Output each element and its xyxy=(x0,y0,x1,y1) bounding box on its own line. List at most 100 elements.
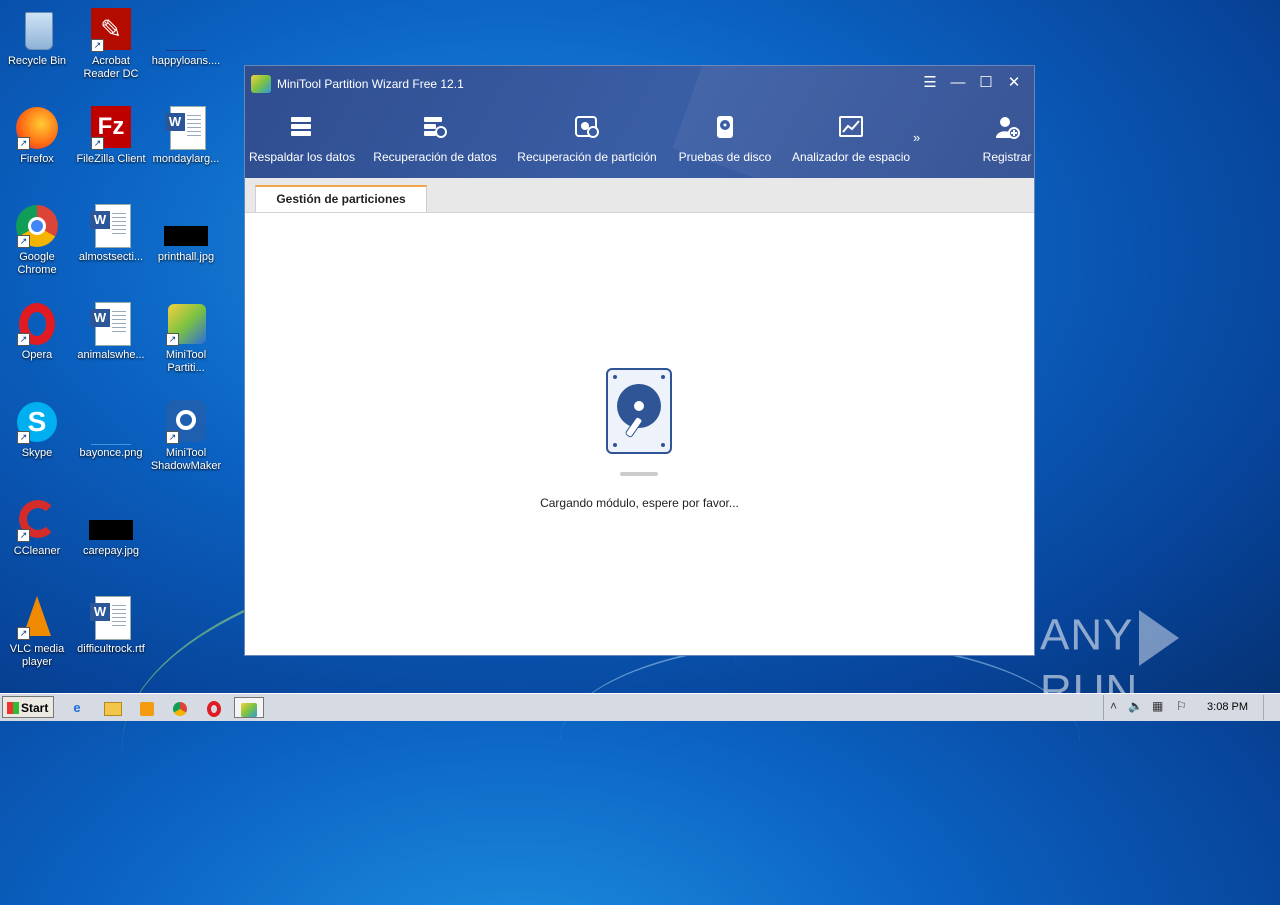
toolbar-disk-benchmark-button[interactable]: Pruebas de disco xyxy=(677,112,773,164)
desktop-icon-label: Acrobat Reader DC xyxy=(83,55,139,80)
desktop-icon-skype[interactable]: S ↗ Skype xyxy=(0,400,74,460)
ccleaner-icon: ↗ xyxy=(15,498,59,542)
desktop-icon-firefox[interactable]: ↗ Firefox xyxy=(0,106,74,166)
desktop-icon-label: carepay.jpg xyxy=(82,545,140,557)
acrobat-icon: ✎ ↗ xyxy=(89,8,133,52)
image-file-icon xyxy=(89,400,133,445)
word-document-icon: W xyxy=(89,302,133,346)
image-file-icon xyxy=(89,498,133,542)
show-desktop-button[interactable] xyxy=(1263,695,1280,720)
register-user-icon xyxy=(994,114,1020,140)
desktop-icon-happyloans[interactable]: happyloans.... xyxy=(149,8,223,68)
loading-shadow xyxy=(620,472,658,476)
desktop-icon-label: Firefox xyxy=(20,153,54,165)
desktop-icon-recycle-bin[interactable]: Recycle Bin xyxy=(0,8,74,68)
shortcut-arrow-icon: ↗ xyxy=(17,627,30,640)
media-player-icon xyxy=(140,701,154,716)
word-document-icon: W xyxy=(164,106,208,150)
desktop-icon-label: animalswhe... xyxy=(77,349,145,361)
desktop-icon-animalswhe[interactable]: W animalswhe... xyxy=(74,302,148,362)
desktop-icon-bayonce[interactable]: bayonce.png xyxy=(74,400,148,460)
volume-icon[interactable]: 🔈 xyxy=(1128,699,1143,713)
word-document-icon: W xyxy=(89,204,133,248)
opera-icon xyxy=(207,700,221,717)
desktop-icon-label: bayonce.png xyxy=(79,447,143,459)
toolbar-partition-recovery-button[interactable]: Recuperación de partición xyxy=(517,112,657,164)
desktop-icon-label: MiniTool ShadowMaker xyxy=(150,447,222,472)
toolbar-register-button[interactable]: Registrar xyxy=(977,112,1034,164)
toolbar-label: Registrar xyxy=(982,150,1032,164)
network-icon[interactable]: ▦ xyxy=(1152,699,1163,713)
toolbar-more-button[interactable]: » xyxy=(913,130,920,145)
internet-explorer-icon: e xyxy=(73,700,81,715)
chrome-icon: ↗ xyxy=(15,204,59,248)
taskbar-explorer-button[interactable] xyxy=(100,697,126,718)
data-recovery-icon xyxy=(422,114,448,140)
desktop-icon-mondaylarg[interactable]: W mondaylarg... xyxy=(149,106,223,166)
firefox-icon: ↗ xyxy=(15,106,59,150)
windows-flag-icon xyxy=(7,702,19,714)
toolbar-label: Analizador de espacio xyxy=(791,150,911,164)
maximize-button[interactable]: ☐ xyxy=(972,72,1000,94)
toolbar-data-recovery-button[interactable]: Recuperación de datos xyxy=(373,112,497,164)
opera-icon: ↗ xyxy=(15,302,59,346)
toolbar-label: Pruebas de disco xyxy=(678,150,772,164)
minitool-shadowmaker-icon: ↗ xyxy=(164,400,208,444)
watermark-text-left: ANY xyxy=(1040,610,1134,660)
toolbar-backup-button[interactable]: Respaldar los datos xyxy=(249,112,356,164)
toolbar-label: Recuperación de datos xyxy=(373,150,497,164)
start-button[interactable]: Start xyxy=(2,696,54,718)
image-file-icon xyxy=(164,204,208,248)
toolbar-label: Respaldar los datos xyxy=(249,150,356,164)
recycle-bin-icon xyxy=(15,8,59,52)
minimize-button[interactable]: — xyxy=(944,72,972,94)
title-bar: MiniTool Partition Wizard Free 12.1 ☰ — … xyxy=(245,66,1034,178)
desktop-icon-label: MiniTool Partiti... xyxy=(165,349,207,374)
desktop-icon-label: VLC media player xyxy=(9,643,65,668)
toolbar-label: Recuperación de partición xyxy=(517,150,657,164)
desktop-icon-almostsecti[interactable]: W almostsecti... xyxy=(74,204,148,264)
image-file-icon xyxy=(164,8,208,52)
desktop-icon-printhall[interactable]: printhall.jpg xyxy=(149,204,223,264)
taskbar-chrome-button[interactable] xyxy=(167,697,193,718)
folder-icon xyxy=(104,701,122,716)
desktop-icon-filezilla[interactable]: Fz ↗ FileZilla Client xyxy=(74,106,148,166)
show-hidden-icons-button[interactable]: ˄ xyxy=(1110,699,1117,713)
action-center-flag-icon[interactable]: ⚐ xyxy=(1176,699,1187,713)
desktop-icon-difficultrock[interactable]: W difficultrock.rtf xyxy=(74,596,148,656)
partition-recovery-icon xyxy=(574,114,600,140)
desktop-icon-label: mondaylarg... xyxy=(152,153,220,165)
desktop-icon-label: Skype xyxy=(21,447,53,459)
shortcut-arrow-icon: ↗ xyxy=(17,137,30,150)
space-analyzer-icon xyxy=(838,114,864,140)
taskbar-minitool-button[interactable] xyxy=(234,697,264,718)
loading-text: Cargando módulo, espere por favor... xyxy=(540,496,739,510)
desktop-icon-carepay[interactable]: carepay.jpg xyxy=(74,498,148,558)
taskbar-opera-button[interactable] xyxy=(201,697,227,718)
desktop-icon-shadowmaker[interactable]: ↗ MiniTool ShadowMaker xyxy=(149,400,223,473)
minitool-logo-icon xyxy=(251,75,271,93)
menu-button[interactable]: ☰ xyxy=(916,72,944,94)
word-document-icon: W xyxy=(89,596,133,640)
shortcut-arrow-icon: ↗ xyxy=(91,137,104,150)
desktop-icon-opera[interactable]: ↗ Opera xyxy=(0,302,74,362)
vlc-icon: ↗ xyxy=(15,596,59,640)
desktop-icon-vlc[interactable]: ↗ VLC media player xyxy=(0,596,74,669)
desktop-icon-ccleaner[interactable]: ↗ CCleaner xyxy=(0,498,74,558)
toolbar-space-analyzer-button[interactable]: Analizador de espacio xyxy=(791,112,911,164)
taskbar-media-player-button[interactable] xyxy=(134,697,160,718)
shortcut-arrow-icon: ↗ xyxy=(17,529,30,542)
window-title: MiniTool Partition Wizard Free 12.1 xyxy=(277,77,464,91)
desktop-icon-minitool-partition[interactable]: ↗ MiniTool Partiti... xyxy=(149,302,223,375)
desktop-icon-acrobat[interactable]: ✎ ↗ Acrobat Reader DC xyxy=(74,8,148,81)
clock[interactable]: 3:08 PM xyxy=(1207,701,1248,713)
taskbar-ie-button[interactable]: e xyxy=(64,697,90,718)
desktop-icon-label: almostsecti... xyxy=(78,251,144,263)
tab-partition-management[interactable]: Gestión de particiones xyxy=(255,185,427,212)
desktop-icon-label: happyloans.... xyxy=(151,55,221,67)
shortcut-arrow-icon: ↗ xyxy=(91,39,104,52)
shortcut-arrow-icon: ↗ xyxy=(17,235,30,248)
chrome-icon xyxy=(173,701,187,716)
desktop-icon-chrome[interactable]: ↗ Google Chrome xyxy=(0,204,74,277)
close-button[interactable]: ✕ xyxy=(1000,72,1028,94)
